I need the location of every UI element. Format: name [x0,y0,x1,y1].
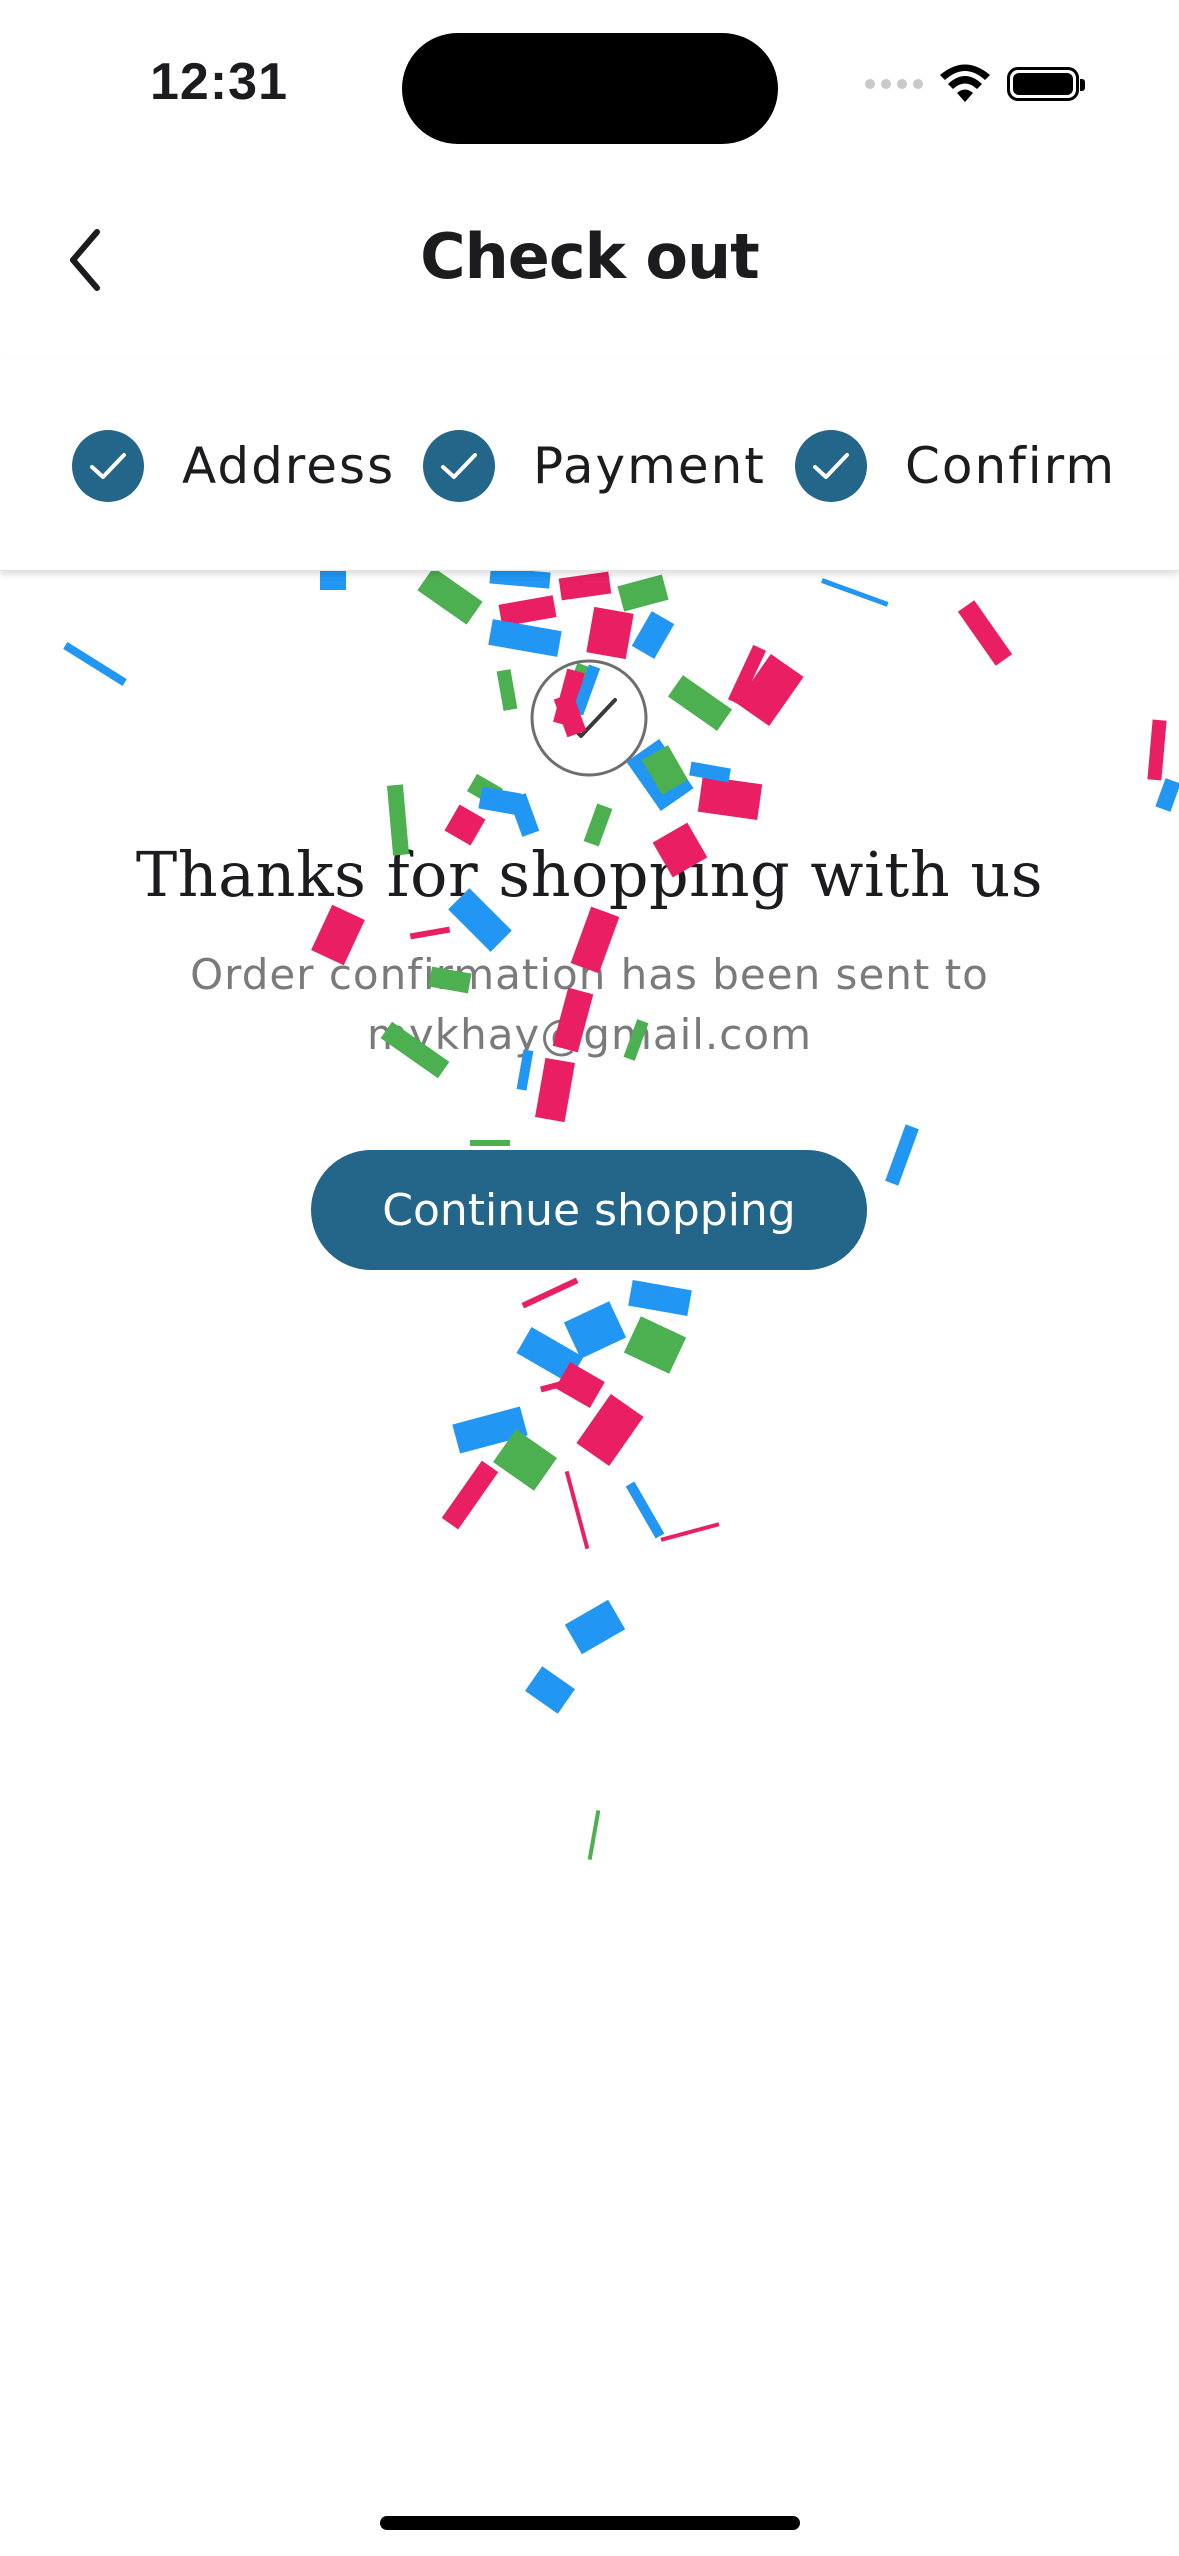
thanks-heading: Thanks for shopping with us [135,838,1044,911]
status-bar: 12:31 [0,0,1179,160]
step-address[interactable]: Address [72,430,395,502]
continue-shopping-button[interactable]: Continue shopping [311,1150,867,1270]
home-indicator[interactable] [380,2516,800,2530]
status-time: 12:31 [150,53,288,111]
page-title: Check out [420,220,760,293]
step-payment[interactable]: Payment [423,430,766,502]
step-label-payment: Payment [533,437,766,495]
app-bar: Check out [0,160,1179,360]
battery-icon [1007,67,1085,101]
cellular-signal-icon [865,79,923,89]
wifi-icon [940,64,990,102]
step-label-confirm: Confirm [905,437,1117,495]
step-confirm[interactable]: Confirm [795,430,1116,502]
confirmation-message: Order confirmation has been sent to [190,950,989,999]
confirmation-content: Thanks for shopping with us Order confir… [0,570,1179,2470]
check-circle-icon [529,658,649,778]
check-icon [423,430,495,502]
status-icons [865,64,1085,104]
check-icon [72,430,144,502]
checkout-stepper: Address Payment Confirm [0,360,1179,571]
confirmation-email: mykhay@gmail.com [366,1010,812,1059]
dynamic-island [402,33,778,144]
check-icon [795,430,867,502]
step-label-address: Address [182,437,396,495]
